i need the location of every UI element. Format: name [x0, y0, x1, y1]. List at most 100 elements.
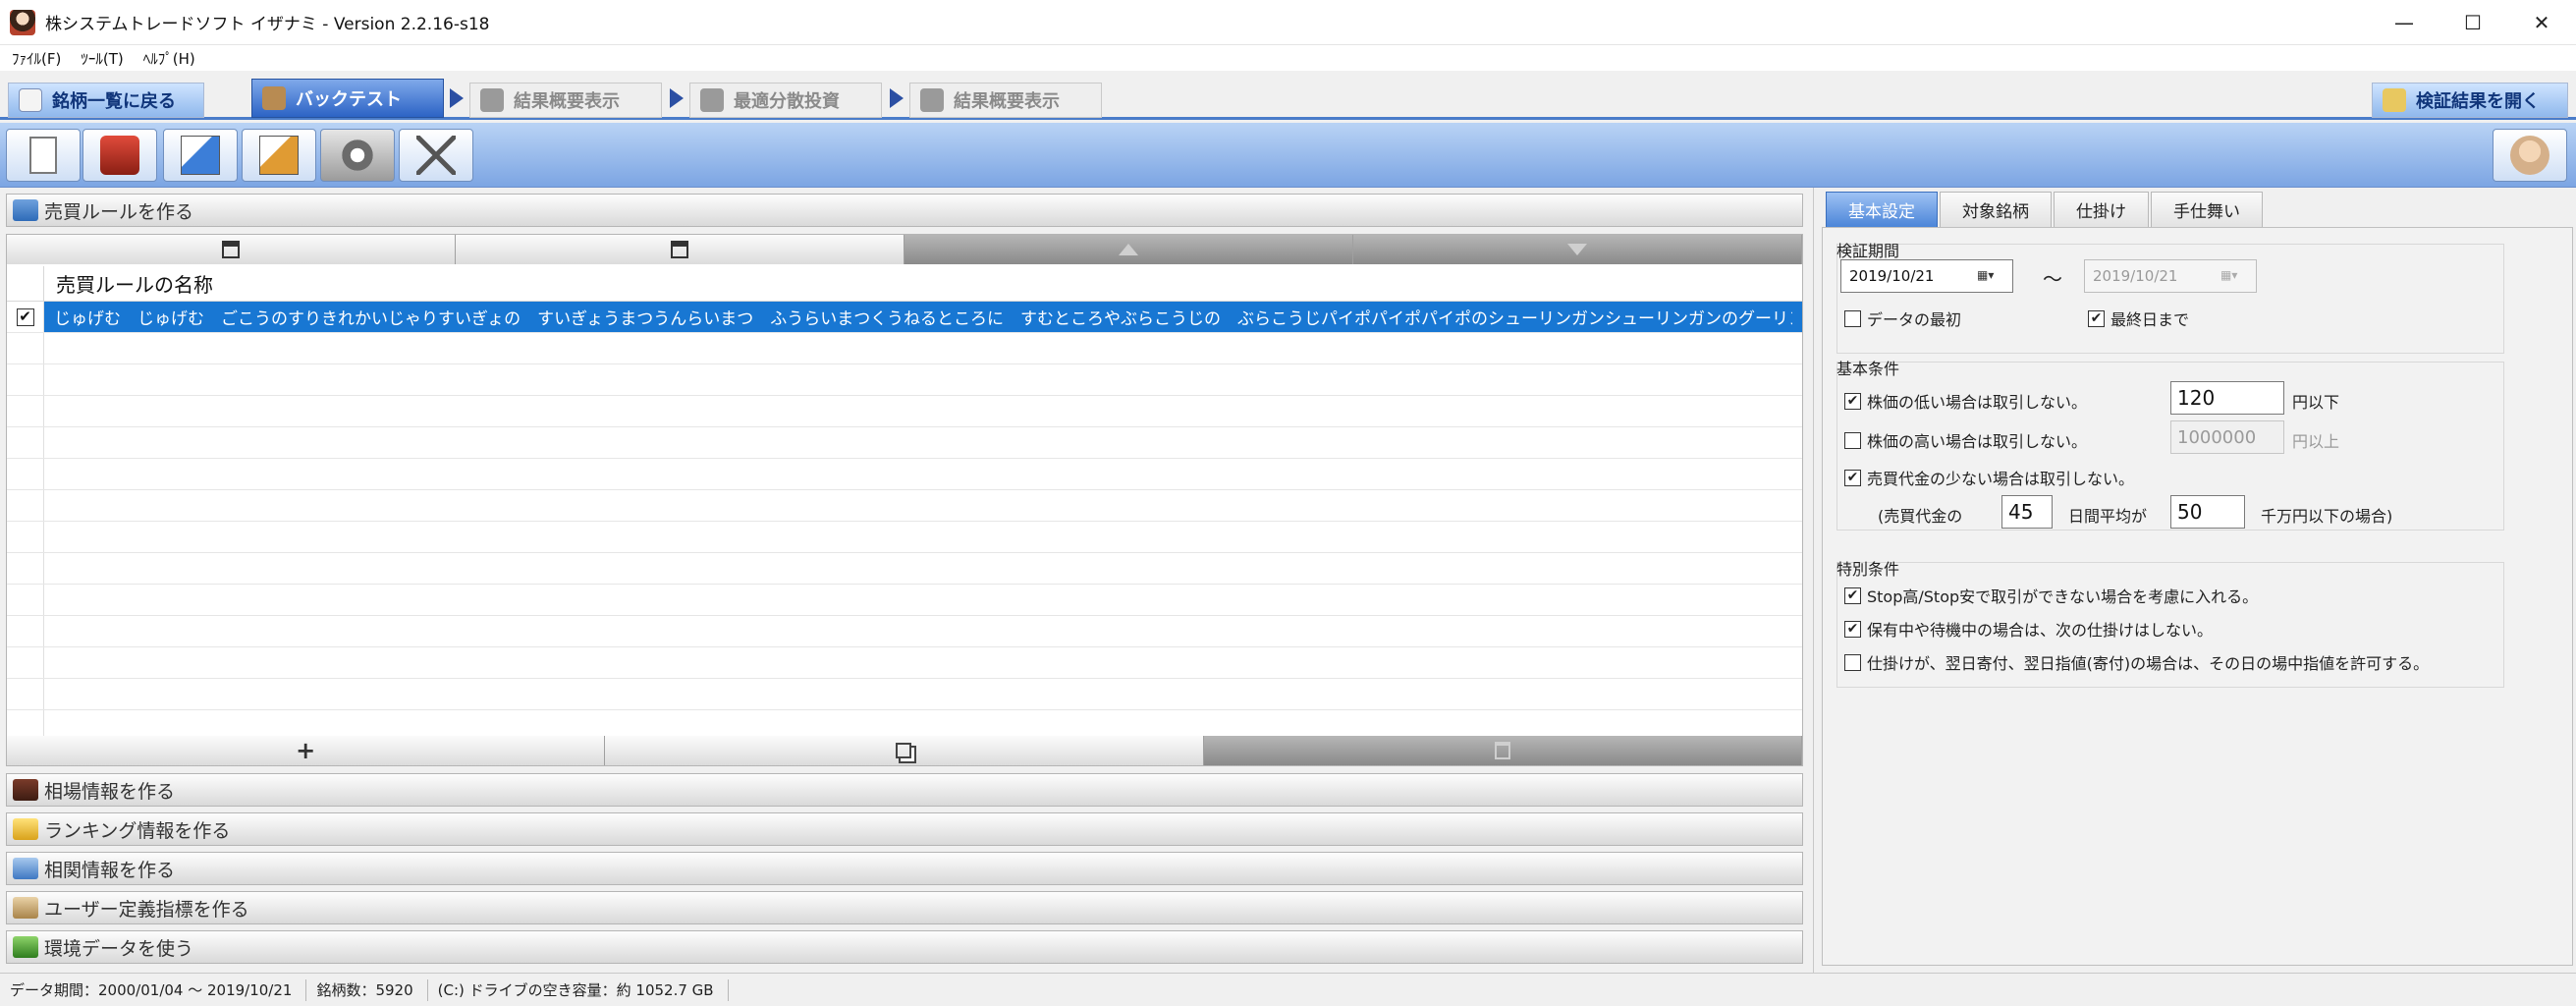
section-correlation-header[interactable]: 相関情報を作る: [6, 852, 1803, 885]
summary2-step-button[interactable]: 結果概要表示: [909, 83, 1102, 118]
stop-limit-checkbox[interactable]: ✔: [1844, 587, 1861, 604]
delete-rule-button[interactable]: [1203, 736, 1802, 765]
move-down-button[interactable]: [1353, 235, 1802, 264]
rule-checkbox[interactable]: ✔: [16, 307, 34, 326]
save-rule-button[interactable]: [7, 235, 456, 264]
menu-bar: ﾌｧｲﾙ(F) ﾂｰﾙ(T) ﾍﾙﾌﾟ(H): [0, 45, 2576, 71]
table-row: [7, 647, 1802, 679]
data-start-option[interactable]: データの最初: [1844, 307, 1961, 330]
high-price-option[interactable]: 株価の高い場合は取引しない。: [1844, 428, 2087, 452]
tab-entry[interactable]: 仕掛け: [2054, 192, 2149, 227]
summary-step-label: 結果概要表示: [514, 91, 620, 112]
no-next-entry-label: 保有中や待機中の場合は、次の仕掛けはしない。: [1867, 621, 2214, 640]
volume-suffix: 千万円以下の場合): [2261, 507, 2393, 526]
section-user-indicator-header[interactable]: ユーザー定義指標を作る: [6, 891, 1803, 924]
backtest-step-button[interactable]: バックテスト: [251, 79, 444, 118]
settings-button[interactable]: [320, 129, 395, 182]
copy-icon: [896, 743, 912, 758]
arrow-down-icon: [1567, 244, 1587, 255]
open-results-label: 検証結果を開く: [2416, 91, 2540, 112]
volume-days-input[interactable]: 45: [2001, 495, 2053, 529]
move-up-button[interactable]: [904, 235, 1353, 264]
save-as-rule-button[interactable]: [456, 235, 904, 264]
high-price-checkbox[interactable]: [1844, 431, 1861, 449]
workflow-bar: 銘柄一覧に戻る バックテスト 結果概要表示 最適分散投資 結果概要表示 検証結果…: [0, 71, 2576, 120]
end-date-value: 2019/10/21: [2093, 267, 2178, 285]
volume-value-input[interactable]: 50: [2170, 495, 2245, 529]
no-next-entry-checkbox[interactable]: ✔: [1844, 620, 1861, 638]
table-row: [7, 585, 1802, 616]
status-period: データ期間：2000/01/04 ～ 2019/10/21: [0, 978, 307, 1001]
window-title: 株システムトレードソフト イザナミ - Version 2.2.16-s18: [45, 15, 490, 34]
window-controls: — ☐ ✕: [2370, 0, 2576, 45]
row-header: [7, 679, 44, 709]
options-button[interactable]: [399, 129, 473, 182]
table-row: [7, 333, 1802, 364]
bag-icon: [262, 86, 286, 110]
export-button[interactable]: [163, 129, 238, 182]
section-market-header[interactable]: 相場情報を作る: [6, 773, 1803, 807]
section-environment-header[interactable]: 環境データを使う: [6, 930, 1803, 964]
new-button[interactable]: [6, 129, 81, 182]
section-environment-label: 環境データを使う: [44, 937, 194, 960]
low-volume-option[interactable]: ✔ 売買代金の少ない場合は取引しない。: [1844, 466, 2134, 489]
start-date-value: 2019/10/21: [1849, 267, 1935, 285]
low-price-option[interactable]: ✔ 株価の低い場合は取引しない。: [1844, 389, 2087, 413]
add-rule-button[interactable]: +: [7, 736, 606, 765]
optimize-step-button[interactable]: 最適分散投資: [689, 83, 882, 118]
allow-intraday-option[interactable]: 仕掛けが、翌日寄付、翌日指値(寄付)の場合は、その日の場中指値を許可する。: [1844, 650, 2429, 674]
market-icon: [13, 779, 38, 801]
tab-basic[interactable]: 基本設定: [1826, 192, 1938, 227]
start-date-picker[interactable]: 2019/10/21 ▦▾: [1840, 259, 2013, 293]
table-row: [7, 553, 1802, 585]
low-price-checkbox[interactable]: ✔: [1844, 392, 1861, 410]
allow-intraday-label: 仕掛けが、翌日寄付、翌日指値(寄付)の場合は、その日の場中指値を許可する。: [1867, 654, 2430, 673]
section-ranking-header[interactable]: ランキング情報を作る: [6, 812, 1803, 846]
table-row[interactable]: ✔ じゅげむ じゅげむ ごこうのすりきれかいじゃりすいぎょの すいぎょうまつうん…: [7, 302, 1802, 333]
data-start-checkbox[interactable]: [1844, 309, 1861, 327]
step-arrow-icon: [670, 88, 684, 108]
sprout-icon: [13, 936, 38, 958]
low-price-label: 株価の低い場合は取引しない。: [1867, 393, 2088, 412]
computer-icon: [100, 136, 139, 175]
summary-step-button[interactable]: 結果概要表示: [469, 83, 662, 118]
low-price-input[interactable]: 120: [2170, 381, 2284, 415]
run-backtest-button[interactable]: [82, 129, 157, 182]
rule-name-cell[interactable]: じゅげむ じゅげむ ごこうのすりきれかいじゃりすいぎょの すいぎょうまつうんらい…: [44, 302, 1792, 332]
tab-exit[interactable]: 手仕舞い: [2151, 192, 2263, 227]
chart-icon: [480, 88, 504, 112]
close-button[interactable]: ✕: [2507, 0, 2576, 45]
import-button[interactable]: [242, 129, 316, 182]
open-results-button[interactable]: 検証結果を開く: [2372, 83, 2568, 118]
minimize-button[interactable]: —: [2370, 0, 2439, 45]
stop-limit-option[interactable]: ✔ Stop高/Stop安で取引ができない場合を考慮に入れる。: [1844, 584, 2258, 607]
section-rules-header[interactable]: 売買ルールを作る: [6, 194, 1803, 227]
crown-icon: [13, 818, 38, 840]
status-disk-space: (C:) ドライブの空き容量：約 1052.7 GB: [428, 978, 729, 1001]
menu-help[interactable]: ﾍﾙﾌﾟ(H): [143, 48, 195, 69]
last-day-option[interactable]: ✔ 最終日まで: [2088, 307, 2189, 330]
volume-prefix: (売買代金の: [1878, 507, 1963, 526]
last-day-checkbox[interactable]: ✔: [2088, 309, 2105, 327]
row-header: [7, 364, 44, 395]
tab-target-stocks[interactable]: 対象銘柄: [1940, 192, 2052, 227]
export-icon: [181, 136, 220, 175]
menu-file[interactable]: ﾌｧｲﾙ(F): [12, 48, 61, 69]
copy-rule-button[interactable]: [605, 736, 1204, 765]
tools-icon: [338, 136, 377, 175]
section-market-label: 相場情報を作る: [44, 780, 176, 803]
app-icon: [10, 9, 35, 35]
allow-intraday-checkbox[interactable]: [1844, 653, 1861, 671]
plus-icon: +: [296, 737, 316, 764]
back-to-list-button[interactable]: 銘柄一覧に戻る: [8, 83, 204, 118]
row-header: [7, 396, 44, 426]
volume-mid: 日間平均が: [2068, 507, 2148, 526]
help-button[interactable]: [2493, 129, 2567, 182]
low-volume-checkbox[interactable]: ✔: [1844, 469, 1861, 486]
data-start-label: データの最初: [1867, 310, 1962, 329]
rules-bottom-toolbar: +: [7, 736, 1802, 765]
menu-tools[interactable]: ﾂｰﾙ(T): [81, 48, 123, 69]
maximize-button[interactable]: ☐: [2439, 0, 2507, 45]
no-next-entry-option[interactable]: ✔ 保有中や待機中の場合は、次の仕掛けはしない。: [1844, 617, 2213, 641]
save-icon: [222, 241, 240, 258]
